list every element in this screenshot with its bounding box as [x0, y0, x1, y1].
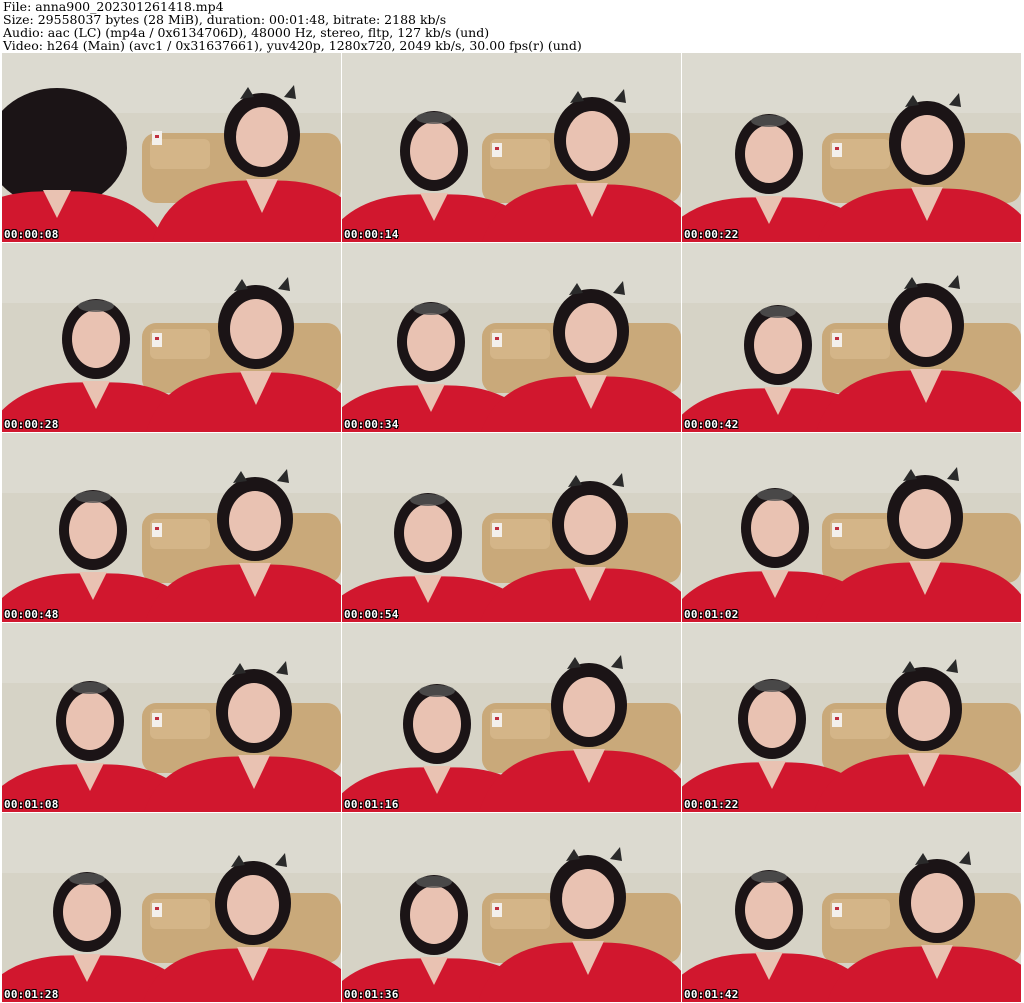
video-thumbnail[interactable]: 00:00:54: [342, 433, 681, 622]
thumbnail-timestamp: 00:01:02: [684, 608, 739, 621]
thumbnail-grid: 00:00:08 00:00:14 00:00:22 00:00:28 00:0…: [2, 53, 1022, 1003]
video-thumbnail[interactable]: 00:00:08: [2, 53, 341, 242]
video-info-line: Video: h264 (Main) (avc1 / 0x31637661), …: [3, 38, 582, 53]
thumbnail-timestamp: 00:00:34: [344, 418, 399, 431]
thumbnail-timestamp: 00:00:54: [344, 608, 399, 621]
thumbnail-timestamp: 00:00:28: [4, 418, 59, 431]
video-thumbnail[interactable]: 00:01:28: [2, 813, 341, 1002]
thumbnail-timestamp: 00:01:16: [344, 798, 399, 811]
thumbnail-timestamp: 00:01:28: [4, 988, 59, 1001]
video-thumbnail[interactable]: 00:01:22: [682, 623, 1021, 812]
video-thumbnail[interactable]: 00:01:16: [342, 623, 681, 812]
video-thumbnail[interactable]: 00:00:34: [342, 243, 681, 432]
thumbnail-timestamp: 00:00:08: [4, 228, 59, 241]
video-thumbnail[interactable]: 00:00:42: [682, 243, 1021, 432]
thumbnail-timestamp: 00:00:48: [4, 608, 59, 621]
thumbnail-timestamp: 00:00:14: [344, 228, 399, 241]
thumbnail-timestamp: 00:01:22: [684, 798, 739, 811]
thumbnail-timestamp: 00:01:08: [4, 798, 59, 811]
thumbnail-timestamp: 00:01:42: [684, 988, 739, 1001]
video-thumbnail[interactable]: 00:00:28: [2, 243, 341, 432]
video-thumbnail[interactable]: 00:00:22: [682, 53, 1021, 242]
thumbnail-timestamp: 00:01:36: [344, 988, 399, 1001]
thumbnail-timestamp: 00:00:42: [684, 418, 739, 431]
file-info-header: File: anna900_202301261418.mp4 Size: 295…: [3, 0, 1021, 52]
thumbnail-timestamp: 00:00:22: [684, 228, 739, 241]
video-thumbnail[interactable]: 00:00:14: [342, 53, 681, 242]
video-thumbnail[interactable]: 00:01:42: [682, 813, 1021, 1002]
video-thumbnail[interactable]: 00:01:02: [682, 433, 1021, 622]
video-thumbnail[interactable]: 00:01:08: [2, 623, 341, 812]
video-thumbnail[interactable]: 00:00:48: [2, 433, 341, 622]
video-thumbnail[interactable]: 00:01:36: [342, 813, 681, 1002]
